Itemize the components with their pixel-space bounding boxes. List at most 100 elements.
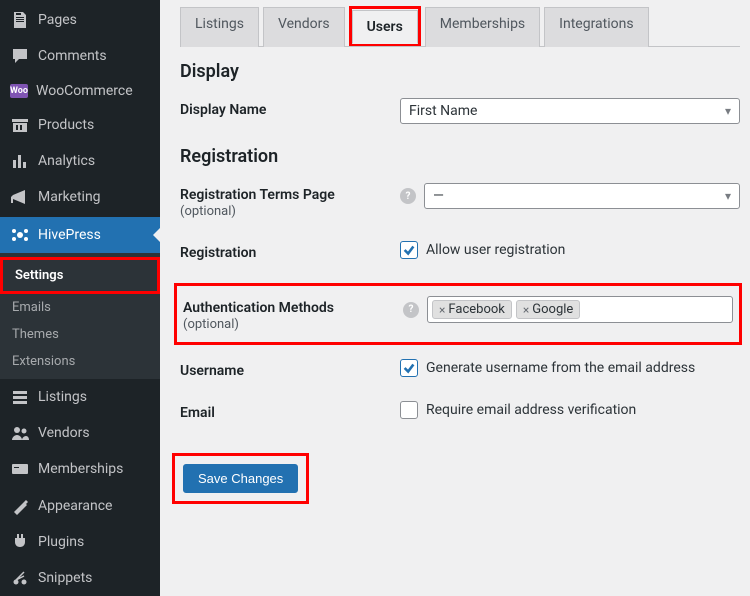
check-icon (402, 243, 416, 257)
woo-icon: Woo (10, 84, 28, 98)
tag-input-auth-methods[interactable]: ×Facebook ×Google (427, 296, 733, 323)
checkbox-generate-username[interactable] (400, 359, 418, 377)
menu-label: Plugins (38, 534, 84, 550)
remove-icon[interactable]: × (439, 303, 445, 317)
tab-users[interactable]: Users (352, 10, 418, 44)
tab-integrations[interactable]: Integrations (544, 7, 648, 47)
content-area: Listings Vendors Users Memberships Integ… (160, 0, 750, 596)
menu-label: Memberships (38, 461, 123, 477)
check-icon (402, 361, 416, 375)
settings-tabs: Listings Vendors Users Memberships Integ… (180, 6, 740, 47)
menu-plugins[interactable]: Plugins (0, 524, 160, 560)
menu-label: HivePress (38, 227, 101, 243)
token-facebook[interactable]: ×Facebook (432, 300, 512, 319)
token-google[interactable]: ×Google (516, 300, 580, 319)
comments-icon (10, 46, 30, 66)
row-display-name: Display Name First Name (180, 98, 740, 124)
submenu-hivepress: Settings Emails Themes Extensions (0, 253, 160, 379)
tab-label: Integrations (559, 16, 633, 32)
menu-label: WooCommerce (36, 83, 133, 99)
submenu-extensions[interactable]: Extensions (0, 348, 160, 375)
label-registration-terms: Registration Terms Page (optional) (180, 183, 400, 219)
checkbox-allow-registration[interactable] (400, 241, 418, 259)
vendors-icon (10, 423, 30, 443)
save-button[interactable]: Save Changes (183, 464, 298, 493)
label-username: Username (180, 359, 400, 379)
submenu-label: Emails (12, 300, 51, 315)
marketing-icon (10, 187, 30, 207)
menu-pages[interactable]: Pages (0, 2, 160, 38)
tab-listings[interactable]: Listings (180, 7, 259, 47)
help-icon[interactable]: ? (403, 302, 419, 318)
checkbox-label: Allow user registration (426, 242, 565, 258)
checkbox-label: Generate username from the email address (426, 360, 695, 376)
hivepress-icon (10, 225, 30, 245)
token-label: Google (532, 302, 573, 317)
row-username: Username Generate username from the emai… (180, 359, 740, 379)
menu-label: Comments (38, 48, 107, 64)
checkbox-label: Require email address verification (426, 402, 636, 418)
menu-analytics[interactable]: Analytics (0, 143, 160, 179)
row-registration-terms: Registration Terms Page (optional) ? — (180, 183, 740, 219)
menu-label: Appearance (38, 498, 112, 514)
menu-marketing[interactable]: Marketing (0, 179, 160, 215)
plugins-icon (10, 532, 30, 552)
highlight-auth-methods: Authentication Methods (optional) ? ×Fac… (174, 283, 742, 345)
listings-icon (10, 387, 30, 407)
submenu-label: Extensions (12, 354, 75, 369)
highlight-tab-users: Users (349, 6, 421, 46)
menu-products[interactable]: Products (0, 107, 160, 143)
highlight-save-button: Save Changes (172, 453, 309, 504)
help-icon[interactable]: ? (400, 188, 416, 204)
label-text: Registration Terms Page (180, 187, 335, 203)
label-email: Email (180, 401, 400, 421)
control-registration-terms: ? — (400, 183, 740, 209)
menu-label: Products (38, 117, 94, 133)
menu-hivepress[interactable]: HivePress (0, 217, 160, 253)
submenu-label: Settings (15, 268, 63, 283)
section-display-heading: Display (180, 61, 740, 82)
select-value: — (433, 188, 444, 204)
tab-label: Listings (195, 16, 244, 32)
tab-label: Memberships (440, 16, 525, 32)
label-display-name: Display Name (180, 98, 400, 118)
memberships-icon (10, 459, 30, 479)
select-registration-terms[interactable]: — (424, 183, 740, 209)
label-optional: (optional) (180, 204, 400, 219)
submenu-label: Themes (12, 327, 59, 342)
tab-vendors[interactable]: Vendors (263, 7, 345, 47)
menu-vendors[interactable]: Vendors (0, 415, 160, 451)
control-email: Require email address verification (400, 401, 740, 419)
menu-label: Pages (38, 12, 77, 28)
select-value: First Name (409, 103, 477, 119)
tab-memberships[interactable]: Memberships (425, 7, 540, 47)
label-registration: Registration (180, 241, 400, 261)
menu-comments[interactable]: Comments (0, 38, 160, 74)
row-auth-methods: Authentication Methods (optional) ? ×Fac… (183, 296, 733, 332)
admin-sidebar: Pages Comments Woo WooCommerce Products … (0, 0, 160, 596)
remove-icon[interactable]: × (523, 303, 529, 317)
appearance-icon (10, 496, 30, 516)
row-email: Email Require email address verification (180, 401, 740, 421)
pages-icon (10, 10, 30, 30)
menu-listings[interactable]: Listings (0, 379, 160, 415)
products-icon (10, 115, 30, 135)
row-registration: Registration Allow user registration (180, 241, 740, 261)
menu-label: Listings (38, 389, 87, 405)
submenu-settings[interactable]: Settings (3, 260, 157, 291)
submenu-themes[interactable]: Themes (0, 321, 160, 348)
label-text: Authentication Methods (183, 300, 334, 316)
menu-label: Vendors (38, 425, 90, 441)
menu-woocommerce[interactable]: Woo WooCommerce (0, 75, 160, 107)
select-display-name[interactable]: First Name (400, 98, 740, 124)
menu-snippets[interactable]: Snippets (0, 560, 160, 596)
menu-memberships[interactable]: Memberships (0, 451, 160, 487)
control-display-name: First Name (400, 98, 740, 124)
submenu-emails[interactable]: Emails (0, 294, 160, 321)
button-label: Save Changes (198, 471, 283, 486)
menu-label: Snippets (38, 570, 92, 586)
tab-label: Vendors (278, 16, 330, 32)
checkbox-require-email-verification[interactable] (400, 401, 418, 419)
menu-appearance[interactable]: Appearance (0, 488, 160, 524)
highlight-settings: Settings (0, 257, 160, 294)
